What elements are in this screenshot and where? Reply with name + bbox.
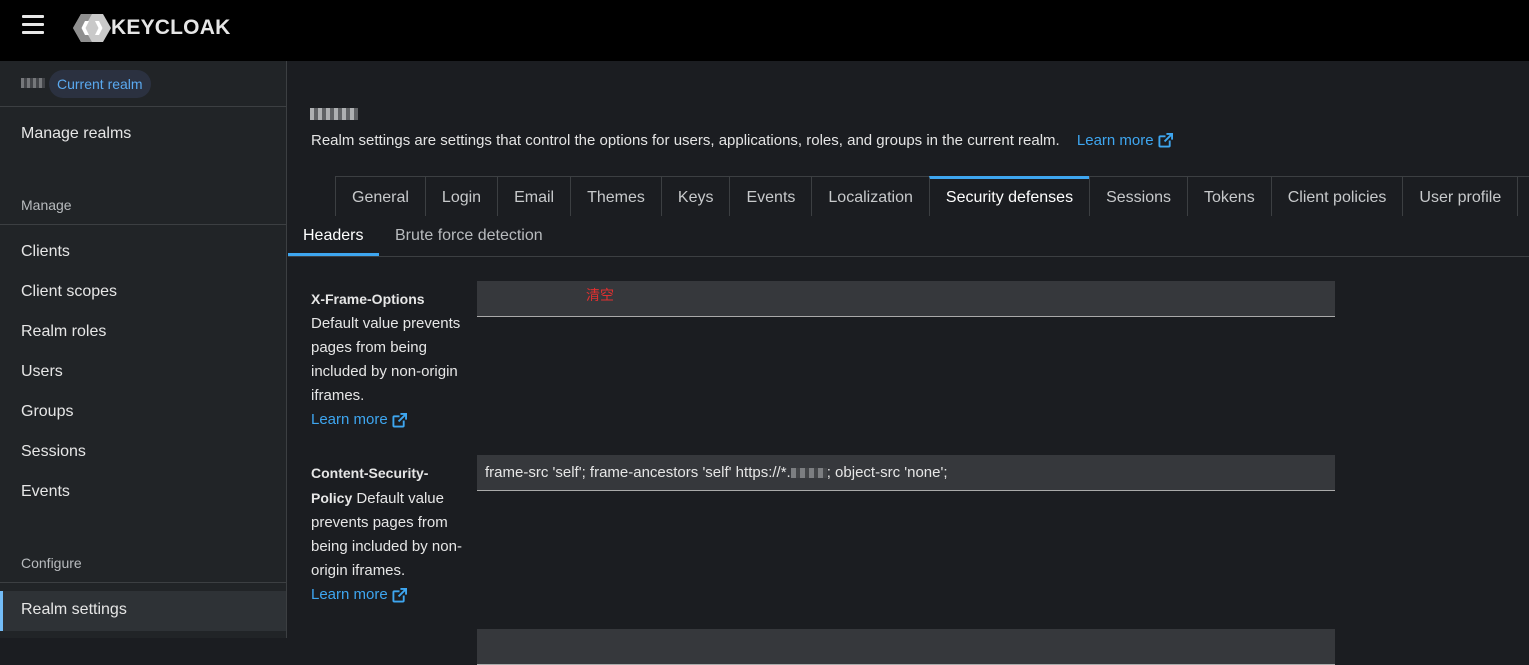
page-title-redacted xyxy=(310,108,358,120)
keycloak-logo[interactable]: KEYCLOAK xyxy=(72,13,230,43)
sidebar-item-realm-settings[interactable]: Realm settings xyxy=(21,601,127,619)
csp-value-prefix: frame-src 'self'; frame-ancestors 'self'… xyxy=(485,464,791,481)
sidebar-item-manage-realms[interactable]: Manage realms xyxy=(21,125,131,143)
tab-general[interactable]: General xyxy=(335,176,425,216)
sidebar: Current realm Manage realms Manage Clien… xyxy=(0,61,287,638)
learn-more-label: Learn more xyxy=(1076,132,1154,149)
realm-name-redacted xyxy=(21,78,45,88)
sidebar-section-manage: Manage xyxy=(21,197,72,213)
external-link-icon xyxy=(392,412,407,428)
learn-more-link[interactable]: Learn more xyxy=(1077,132,1173,149)
tab-sessions[interactable]: Sessions xyxy=(1089,176,1187,216)
csp-value-suffix: ; object-src 'none'; xyxy=(826,464,948,481)
tab-tokens[interactable]: Tokens xyxy=(1187,176,1271,216)
x-frame-options-learn-more-link[interactable]: Learn more xyxy=(311,408,407,432)
tab-client-policies[interactable]: Client policies xyxy=(1270,176,1403,216)
sidebar-item-realm-roles[interactable]: Realm roles xyxy=(21,323,106,341)
tab-overflow[interactable]: U xyxy=(1517,176,1529,216)
tab-email[interactable]: Email xyxy=(497,176,571,216)
security-defenses-subtabs: Headers Brute force detection xyxy=(288,216,1529,257)
tab-themes[interactable]: Themes xyxy=(570,176,661,216)
sidebar-item-users[interactable]: Users xyxy=(21,363,63,381)
main-content: Realm settings are settings that control… xyxy=(288,61,1529,665)
x-frame-options-help: Default value prevents pages from being … xyxy=(311,315,461,404)
subtab-active-indicator xyxy=(288,253,379,256)
tab-user-profile[interactable]: User profile xyxy=(1402,176,1518,216)
current-realm-badge: Current realm xyxy=(49,70,151,98)
clear-annotation: 清空 xyxy=(586,288,614,304)
external-link-icon xyxy=(392,587,407,603)
x-frame-options-label: X-Frame-Options Default value prevents p… xyxy=(311,287,466,432)
subtab-headers[interactable]: Headers xyxy=(303,216,363,256)
page-description-text: Realm settings are settings that control… xyxy=(311,132,1060,149)
tab-keys[interactable]: Keys xyxy=(660,176,730,216)
learn-more-label: Learn more xyxy=(311,586,388,603)
page-description: Realm settings are settings that control… xyxy=(311,132,1173,149)
masthead: KEYCLOAK xyxy=(0,0,1529,61)
external-link-icon xyxy=(1158,133,1173,148)
hamburger-icon[interactable] xyxy=(22,15,44,35)
realm-selector[interactable]: Current realm xyxy=(0,61,286,107)
tab-security-defenses[interactable]: Security defenses xyxy=(928,176,1090,216)
sidebar-item-clients[interactable]: Clients xyxy=(21,243,70,261)
sidebar-item-sessions[interactable]: Sessions xyxy=(21,443,86,461)
x-frame-options-title: X-Frame-Options xyxy=(311,291,425,307)
csp-host-redacted xyxy=(790,468,827,479)
sidebar-item-groups[interactable]: Groups xyxy=(21,403,73,421)
sidebar-divider xyxy=(0,224,286,225)
brand-name: KEYCLOAK xyxy=(111,16,231,39)
tab-login[interactable]: Login xyxy=(424,176,498,216)
sidebar-section-configure: Configure xyxy=(21,555,82,571)
keycloak-logo-icon xyxy=(73,14,111,42)
tab-localization[interactable]: Localization xyxy=(811,176,929,216)
next-header-input[interactable] xyxy=(477,629,1335,665)
content-security-policy-label: Content-Security-Policy Default value pr… xyxy=(311,461,466,607)
content-security-policy-input[interactable]: frame-src 'self'; frame-ancestors 'self'… xyxy=(477,455,1335,491)
sidebar-divider xyxy=(0,582,286,583)
learn-more-label: Learn more xyxy=(311,411,388,428)
subtab-brute-force-detection[interactable]: Brute force detection xyxy=(395,216,543,256)
sidebar-item-events[interactable]: Events xyxy=(21,483,70,501)
realm-settings-tabs: General Login Email Themes Keys Events L… xyxy=(335,176,1529,216)
sidebar-item-client-scopes[interactable]: Client scopes xyxy=(21,283,117,301)
tab-events[interactable]: Events xyxy=(729,176,812,216)
content-security-policy-learn-more-link[interactable]: Learn more xyxy=(311,583,407,607)
